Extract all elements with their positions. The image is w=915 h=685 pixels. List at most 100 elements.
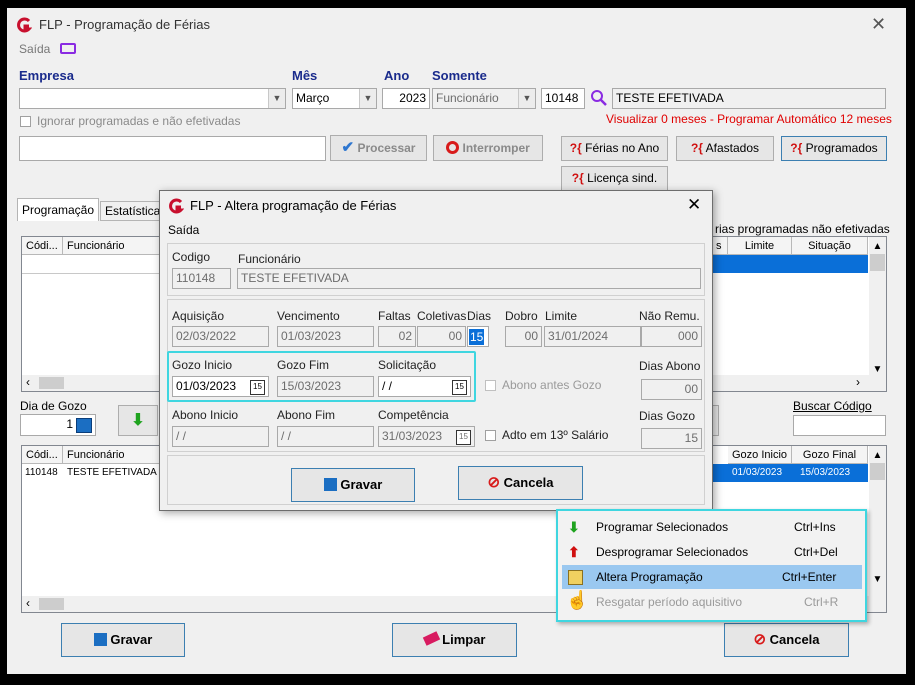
mes-select[interactable]: Março ▼ [292, 88, 377, 109]
cancela-label: Cancela [769, 632, 820, 647]
scroll-up-icon[interactable]: ▲ [869, 450, 886, 461]
interromper-button[interactable]: Interromper [433, 135, 543, 161]
col-header-codigo[interactable]: Códi... [22, 446, 63, 464]
funcionario-label: Funcionário [238, 252, 301, 266]
search-icon[interactable] [590, 89, 608, 107]
tab-programacao-label: Programação [21, 203, 95, 217]
menu-item-programar[interactable]: ⬇ Programar Selecionados Ctrl+Ins [562, 515, 862, 539]
competencia-label: Competência [378, 408, 449, 422]
menu-item-desprogramar[interactable]: ⬆ Desprogramar Selecionados Ctrl+Del [562, 540, 862, 564]
altera-programacao-dialog: FLP - Altera programação de Férias ✕ Saí… [159, 190, 713, 511]
menu-item-resgatar[interactable]: ☝ Resgatar período aquisitivo Ctrl+R [562, 590, 862, 614]
eraser-icon [422, 631, 440, 646]
scroll-left-icon[interactable]: ‹ [26, 375, 30, 389]
process-log-field[interactable] [19, 136, 326, 161]
mes-label: Mês [292, 68, 318, 83]
scroll-down-icon[interactable]: ▼ [869, 574, 886, 585]
gozo-inicio-input[interactable]: 01/03/2023 15 [172, 376, 269, 397]
col-header-limite[interactable]: Limite [728, 237, 792, 255]
afastados-label: Afastados [705, 141, 760, 155]
col-header-gozo-final[interactable]: Gozo Final [792, 446, 868, 464]
programar-arrow-button[interactable]: ⬇ [118, 405, 158, 436]
afastados-button[interactable]: ?{ Afastados [676, 136, 774, 161]
close-icon[interactable]: ✕ [687, 195, 701, 215]
nao-remu-value: 000 [677, 329, 698, 343]
calendar-icon[interactable]: 15 [250, 380, 265, 395]
somente-select[interactable]: Funcionário ▼ [432, 88, 536, 109]
ferias-no-ano-button[interactable]: ?{ Férias no Ano [561, 136, 668, 161]
empresa-select[interactable]: ▼ [19, 88, 286, 109]
menu-saida[interactable]: Saída [19, 42, 50, 56]
dias-gozo-field: 15 [641, 428, 702, 449]
tab-estatistica[interactable]: Estatística [100, 201, 162, 221]
chevron-down-icon: ▼ [359, 89, 376, 108]
solicitacao-input[interactable]: / / 15 [378, 376, 471, 397]
solicitacao-label: Solicitação [378, 358, 437, 372]
cancela-button[interactable]: ⊘ Cancela [724, 623, 849, 657]
licenca-sind-button[interactable]: ?{ Licença sind. [561, 166, 668, 191]
vertical-scrollbar[interactable]: ▲ ▼ [869, 446, 886, 612]
processar-label: Processar [357, 141, 416, 155]
grid1-row-empty[interactable] [22, 255, 163, 274]
menu-item-altera-programacao[interactable]: Altera Programação Ctrl+Enter [562, 565, 862, 589]
h-scrollbar-thumb[interactable] [39, 598, 64, 610]
green-down-arrow-icon: ⬇ [131, 412, 145, 429]
tab-estatistica-label: Estatística [105, 204, 161, 218]
dias-input[interactable]: 15 [467, 326, 489, 347]
menu-item-shortcut: Ctrl+Del [794, 545, 838, 559]
col-header-s[interactable]: s [712, 237, 728, 255]
menu-item-shortcut: Ctrl+Ins [794, 520, 836, 534]
close-icon[interactable]: ✕ [871, 14, 886, 35]
row-name: TESTE EFETIVADA [67, 467, 157, 478]
cancel-icon: ⊘ [753, 631, 767, 648]
vertical-scrollbar[interactable]: ▲ ▼ [869, 237, 886, 391]
grid1-selected-row[interactable] [712, 255, 868, 273]
aquisicao-label: Aquisição [172, 309, 225, 323]
check-icon: ✔ [341, 139, 355, 156]
col-header-codigo[interactable]: Códi... [22, 237, 63, 255]
row-gozo-final: 15/03/2023 [800, 467, 851, 478]
dialog-gravar-button[interactable]: Gravar [291, 468, 415, 502]
scroll-left-icon[interactable]: ‹ [26, 596, 30, 610]
abono-fim-value: / / [281, 429, 292, 443]
col-header-funcionario[interactable]: Funcionário [63, 446, 163, 464]
empresa-label: Empresa [19, 68, 74, 83]
employee-name-value: TESTE EFETIVADA [616, 91, 724, 105]
buscar-codigo-input[interactable] [793, 415, 886, 436]
scrollbar-thumb[interactable] [870, 463, 885, 480]
processar-button[interactable]: ✔ Processar [330, 135, 427, 161]
ignorar-label: Ignorar programadas e não efetivadas [37, 114, 241, 128]
gravar-button[interactable]: Gravar [61, 623, 185, 657]
scroll-right-icon[interactable]: › [856, 375, 860, 389]
dialog-cancela-button[interactable]: ⊘ Cancela [458, 466, 583, 500]
adto-13-checkbox[interactable] [485, 430, 496, 441]
aquisicao-value: 02/03/2022 [176, 329, 237, 343]
employee-code-input[interactable]: 10148 [541, 88, 585, 109]
abono-antes-checkbox[interactable] [485, 380, 496, 391]
scroll-up-icon[interactable]: ▲ [869, 241, 886, 252]
mes-value: Março [296, 91, 330, 105]
h-scrollbar-thumb[interactable] [39, 377, 64, 389]
calendar-icon[interactable]: 15 [452, 380, 467, 395]
limpar-button[interactable]: Limpar [392, 623, 517, 657]
col-header-funcionario[interactable]: Funcionário [63, 237, 163, 255]
row-gozo-inicio: 01/03/2023 [732, 467, 783, 478]
calculator-icon[interactable] [76, 418, 92, 433]
col-header-gozo-inicio[interactable]: Gozo Inicio [728, 446, 792, 464]
dia-de-gozo-input[interactable]: 1 [20, 414, 96, 436]
programados-button[interactable]: ?{ Programados [781, 136, 887, 161]
tab-programacao[interactable]: Programação [17, 198, 99, 221]
col-header-situacao[interactable]: Situação [792, 237, 868, 255]
dias-abono-field: 00 [641, 379, 702, 400]
gravar-label: Gravar [110, 632, 153, 647]
limite-label: Limite [545, 309, 578, 323]
scrollbar-thumb[interactable] [870, 254, 885, 271]
abono-fim-field: / / [277, 426, 374, 447]
dialog-menu-saida[interactable]: Saída [168, 223, 199, 237]
ignorar-checkbox[interactable] [20, 116, 31, 127]
scroll-down-icon[interactable]: ▼ [869, 364, 886, 375]
ano-input[interactable]: 2023 [382, 88, 430, 109]
calendar-icon[interactable]: 15 [456, 430, 471, 445]
chevron-down-icon: ▼ [268, 89, 285, 108]
monitor-icon[interactable] [60, 43, 76, 54]
